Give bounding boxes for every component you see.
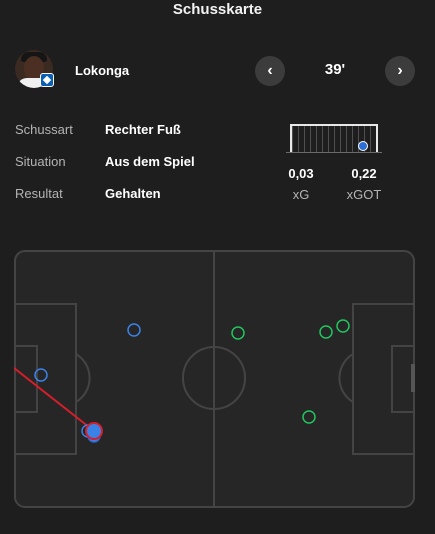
next-shot-button[interactable]: ›	[385, 56, 415, 86]
shot-type-value: Rechter Fuß	[105, 122, 181, 137]
xgot-label: xGOT	[346, 187, 382, 202]
chevron-right-icon: ›	[397, 62, 403, 79]
goal-shot-location-marker	[358, 141, 368, 151]
situation-label: Situation	[15, 154, 66, 169]
shot-minute: 39'	[324, 61, 346, 78]
right-goal-mouth	[411, 364, 415, 392]
shot-map-pitch	[14, 250, 415, 508]
selected-shot-marker[interactable]	[85, 422, 103, 440]
player-name: Lokonga	[75, 63, 130, 78]
goal-line	[286, 152, 382, 153]
result-label: Resultat	[15, 186, 63, 201]
xgot-value: 0,22	[351, 166, 377, 181]
xg-label: xG	[292, 187, 310, 202]
result-value: Gehalten	[105, 186, 161, 201]
xg-value: 0,03	[288, 166, 314, 181]
shot-type-label: Schussart	[15, 122, 73, 137]
situation-value: Aus dem Spiel	[105, 154, 195, 169]
chevron-left-icon: ‹	[267, 62, 273, 79]
club-badge-icon	[40, 73, 54, 87]
previous-shot-button[interactable]: ‹	[255, 56, 285, 86]
page-title: Schusskarte	[172, 1, 263, 18]
